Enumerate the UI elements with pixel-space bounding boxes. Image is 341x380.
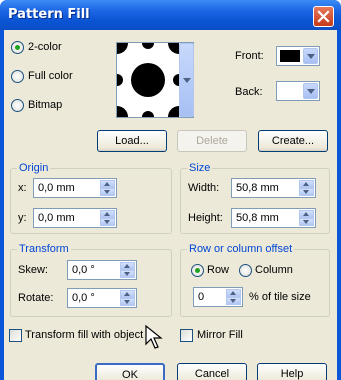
- mouse-cursor-icon: [145, 324, 163, 349]
- front-color-swatch: [280, 50, 300, 62]
- column-label[interactable]: Column: [255, 264, 293, 276]
- size-group-title: Size: [187, 162, 213, 174]
- pattern-preview-image: [117, 43, 179, 117]
- origin-y-label: y:: [18, 212, 27, 224]
- transform-fill-checkbox[interactable]: [9, 329, 22, 342]
- size-height-value: 50,8 mm: [236, 212, 279, 224]
- rotate-value: 0,0 °: [72, 292, 95, 304]
- skew-field[interactable]: 0,0 °: [67, 260, 137, 280]
- offset-group-title: Row or column offset: [187, 243, 295, 255]
- ok-button[interactable]: OK: [95, 363, 165, 380]
- size-width-field[interactable]: 50,8 mm: [231, 178, 316, 198]
- back-color-arrow[interactable]: [303, 83, 318, 99]
- mirror-fill-label[interactable]: Mirror Fill: [197, 329, 243, 341]
- origin-y-value: 0,0 mm: [38, 212, 75, 224]
- origin-x-label: x:: [18, 182, 27, 194]
- offset-unit-label: % of tile size: [249, 291, 311, 303]
- size-width-label: Width:: [188, 182, 220, 194]
- rotate-field[interactable]: 0,0 °: [67, 288, 137, 308]
- skew-label: Skew:: [18, 264, 48, 276]
- two-color-radio[interactable]: [11, 41, 24, 54]
- size-width-spinner[interactable]: [299, 180, 314, 196]
- rotate-spinner[interactable]: [120, 290, 135, 306]
- back-label: Back:: [235, 86, 263, 98]
- load-button[interactable]: Load...: [97, 130, 167, 152]
- bitmap-radio[interactable]: [11, 99, 24, 112]
- origin-x-field[interactable]: 0,0 mm: [33, 178, 117, 198]
- size-height-spinner[interactable]: [299, 210, 314, 226]
- row-radio[interactable]: [191, 264, 204, 277]
- dialog-title: Pattern Fill: [8, 7, 90, 22]
- pattern-dropdown-arrow[interactable]: [179, 43, 194, 117]
- back-color-swatch: [280, 85, 300, 97]
- pattern-preview[interactable]: [116, 42, 194, 118]
- back-color-picker[interactable]: [276, 81, 320, 101]
- two-color-label[interactable]: 2-color: [28, 41, 62, 53]
- pattern-fill-dialog: Pattern Fill 2-color Full color Bitmap F…: [0, 0, 341, 380]
- front-label: Front:: [235, 50, 264, 62]
- full-color-label[interactable]: Full color: [28, 70, 73, 82]
- origin-y-spinner[interactable]: [100, 210, 115, 226]
- cancel-button[interactable]: Cancel: [177, 363, 247, 380]
- front-color-picker[interactable]: [276, 46, 320, 66]
- mirror-fill-checkbox[interactable]: [180, 329, 193, 342]
- row-label[interactable]: Row: [207, 264, 229, 276]
- dialog-body: 2-color Full color Bitmap Front: Back: L…: [4, 30, 337, 380]
- skew-value: 0,0 °: [72, 264, 95, 276]
- close-icon: [317, 10, 330, 23]
- front-color-arrow[interactable]: [303, 48, 318, 64]
- title-bar[interactable]: Pattern Fill: [0, 0, 341, 30]
- size-height-field[interactable]: 50,8 mm: [231, 208, 316, 228]
- bitmap-label[interactable]: Bitmap: [28, 99, 62, 111]
- skew-spinner[interactable]: [120, 262, 135, 278]
- size-width-value: 50,8 mm: [236, 182, 279, 194]
- transform-fill-label[interactable]: Transform fill with object: [25, 329, 143, 341]
- full-color-radio[interactable]: [11, 70, 24, 83]
- help-button[interactable]: Help: [257, 363, 327, 380]
- origin-x-spinner[interactable]: [100, 180, 115, 196]
- offset-spinner[interactable]: [226, 289, 241, 305]
- close-button[interactable]: [313, 6, 334, 27]
- rotate-label: Rotate:: [18, 292, 54, 304]
- offset-value: 0: [198, 291, 205, 303]
- delete-button[interactable]: Delete: [177, 130, 247, 152]
- size-height-label: Height:: [188, 212, 223, 224]
- origin-y-field[interactable]: 0,0 mm: [33, 208, 117, 228]
- create-button[interactable]: Create...: [258, 130, 328, 152]
- column-radio[interactable]: [239, 264, 252, 277]
- offset-value-field[interactable]: 0: [193, 287, 243, 307]
- origin-x-value: 0,0 mm: [38, 182, 75, 194]
- transform-group-title: Transform: [17, 243, 71, 255]
- origin-group-title: Origin: [17, 162, 51, 174]
